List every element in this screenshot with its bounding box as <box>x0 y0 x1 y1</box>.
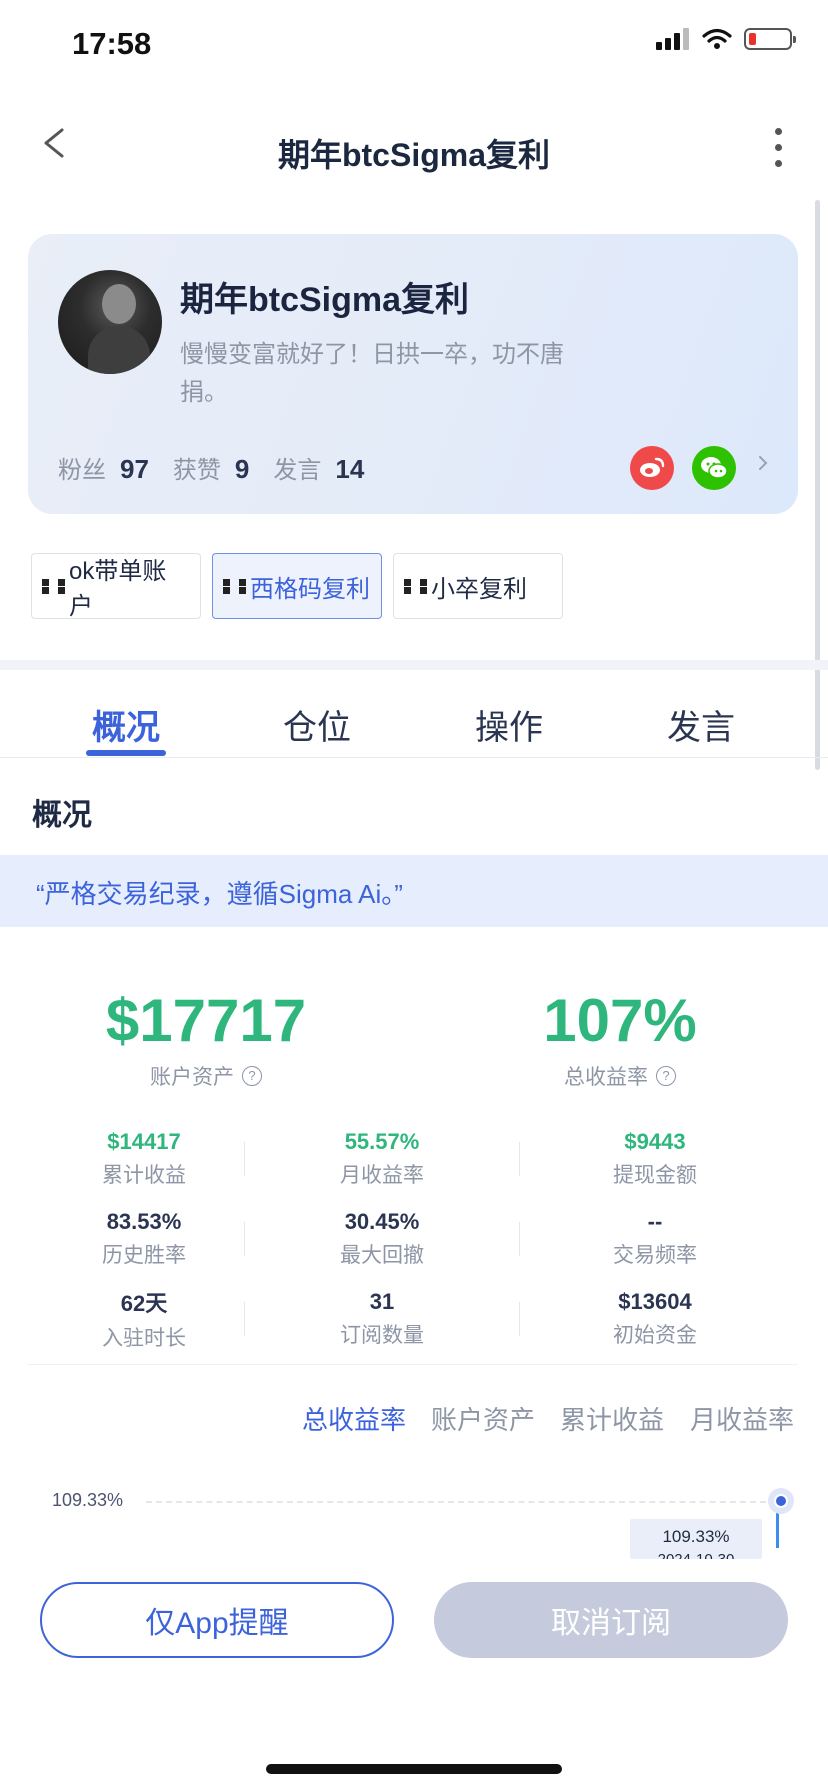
stat-value: 31 <box>369 1289 395 1314</box>
stats-row: 62天入驻时长 31 订阅数量 $13604 初始资金 <box>44 1284 790 1354</box>
stat-value: 55.57% <box>344 1129 420 1154</box>
chart-tooltip: 109.33% 2024-10-30 <box>630 1519 762 1559</box>
page-title: 期年btcSigma复利 <box>277 137 551 173</box>
tooltip-date: 2024-10-30 <box>630 1551 762 1559</box>
avatar[interactable] <box>58 270 162 374</box>
stat-cell: 31 订阅数量 <box>245 1289 519 1349</box>
signal-icon <box>656 28 689 50</box>
stat-cell: 62天入驻时长 <box>44 1286 244 1352</box>
quote-text: “严格交易纪录，遵循Sigma Ai。” <box>36 879 403 909</box>
stat-label: 最大回撤 <box>340 1244 424 1267</box>
account-assets-label: 账户资产 <box>150 1066 234 1089</box>
stat-label: 入驻时长 <box>102 1327 186 1350</box>
grid-divider <box>28 1364 798 1365</box>
account-tab-label: 小卒复利 <box>431 575 527 603</box>
stat-cell: 30.45% 最大回撤 <box>245 1209 519 1269</box>
account-assets-value: $17717 <box>105 987 307 1054</box>
likes-count: 9 <box>234 454 250 484</box>
stat-value: $14417 <box>107 1129 181 1154</box>
account-tab-label: ok带单账户 <box>69 558 167 620</box>
account-tab-label: 西格码复利 <box>250 575 370 603</box>
okx-logo-icon <box>223 578 246 594</box>
stat-value: 30.45% <box>344 1209 420 1234</box>
stat-cell: 83.53% 历史胜率 <box>44 1209 244 1269</box>
followers-label: 粉丝 <box>58 457 106 484</box>
tab-indicator <box>86 750 166 756</box>
weibo-icon[interactable] <box>630 446 674 490</box>
tabs-divider <box>0 757 828 758</box>
stat-cell: $9443 提现金额 <box>520 1129 790 1189</box>
account-tab-xiaozu[interactable]: 小卒复利 <box>393 553 563 619</box>
app-remind-button[interactable]: 仅App提醒 <box>40 1582 394 1658</box>
stat-value: 83.53% <box>106 1209 182 1234</box>
battery-icon <box>744 28 796 50</box>
chevron-right-icon[interactable] <box>756 456 770 470</box>
more-icon[interactable] <box>775 128 782 167</box>
stat-label: 提现金额 <box>613 1164 697 1187</box>
stat-value: 62天 <box>120 1291 168 1316</box>
stat-cell: -- 交易频率 <box>520 1209 790 1269</box>
chart-tab-monthly-return[interactable]: 月收益率 <box>690 1400 794 1437</box>
stat-label: 历史胜率 <box>102 1244 186 1267</box>
tab-overview[interactable]: 概况 <box>92 700 160 749</box>
stat-value: -- <box>647 1209 663 1234</box>
followers-count: 97 <box>120 454 149 484</box>
stats-row: 83.53% 历史胜率 30.45% 最大回撤 -- 交易频率 <box>44 1204 790 1274</box>
help-icon[interactable]: ? <box>242 1066 262 1086</box>
stat-cell: $13604 初始资金 <box>520 1289 790 1349</box>
tab-operations[interactable]: 操作 <box>475 700 543 749</box>
okx-logo-icon <box>42 578 65 594</box>
posts-label: 发言 <box>273 457 322 484</box>
stat-cell: $14417 累计收益 <box>44 1129 244 1189</box>
account-tab-ok[interactable]: ok带单账户 <box>31 553 201 620</box>
wechat-icon[interactable] <box>692 446 736 490</box>
section-divider <box>0 660 828 670</box>
status-icons <box>656 28 796 50</box>
stat-label: 累计收益 <box>102 1164 186 1187</box>
stat-value: $13604 <box>618 1289 692 1314</box>
status-time: 17:58 <box>72 26 152 61</box>
unsubscribe-button[interactable]: 取消订阅 <box>434 1582 788 1658</box>
home-indicator[interactable] <box>266 1764 562 1774</box>
total-return-value: 107% <box>543 987 697 1054</box>
stat-value: $9443 <box>624 1129 686 1154</box>
chart-tab-account-assets[interactable]: 账户资产 <box>431 1400 535 1437</box>
posts-count: 14 <box>335 454 365 484</box>
total-return: 107% 总收益率 ? <box>500 986 740 1091</box>
profile-name: 期年btcSigma复利 <box>180 281 470 319</box>
chart-tab-cumulative-profit[interactable]: 累计收益 <box>560 1400 664 1437</box>
chart-y-label: 109.33% <box>52 1490 124 1510</box>
chart-reference-line <box>146 1501 766 1503</box>
stat-label: 月收益率 <box>340 1164 424 1187</box>
stats-grid: $14417 累计收益 55.57% 月收益率 $9443 提现金额 83.53% 历史… <box>44 1124 790 1354</box>
chart-tab-total-return[interactable]: 总收益率 <box>302 1400 406 1437</box>
profile-stats: 粉丝 97 获赞 9 发言 14 <box>58 450 388 485</box>
stats-row: $14417 累计收益 55.57% 月收益率 $9443 提现金额 <box>44 1124 790 1194</box>
tab-positions[interactable]: 仓位 <box>283 700 351 749</box>
okx-logo-icon <box>404 578 427 594</box>
stat-label: 交易频率 <box>613 1244 697 1267</box>
chart-point[interactable] <box>768 1488 794 1514</box>
total-return-label: 总收益率 <box>564 1066 648 1089</box>
likes-label: 获赞 <box>172 457 221 484</box>
scrollbar[interactable] <box>815 200 820 770</box>
profile-bio: 慢慢变富就好了！日拱一卒，功不唐捐。 <box>180 341 564 406</box>
stat-label: 订阅数量 <box>340 1324 424 1347</box>
wifi-icon <box>702 28 732 49</box>
account-tab-sigma[interactable]: 西格码复利 <box>212 553 382 619</box>
stat-cell: 55.57% 月收益率 <box>245 1129 519 1189</box>
section-title: 概况 <box>32 799 92 832</box>
tooltip-value: 109.33% <box>662 1527 730 1546</box>
stat-label: 初始资金 <box>613 1324 697 1347</box>
tab-posts[interactable]: 发言 <box>667 700 735 749</box>
account-assets: $17717 账户资产 ? <box>86 986 326 1091</box>
help-icon[interactable]: ? <box>656 1066 676 1086</box>
